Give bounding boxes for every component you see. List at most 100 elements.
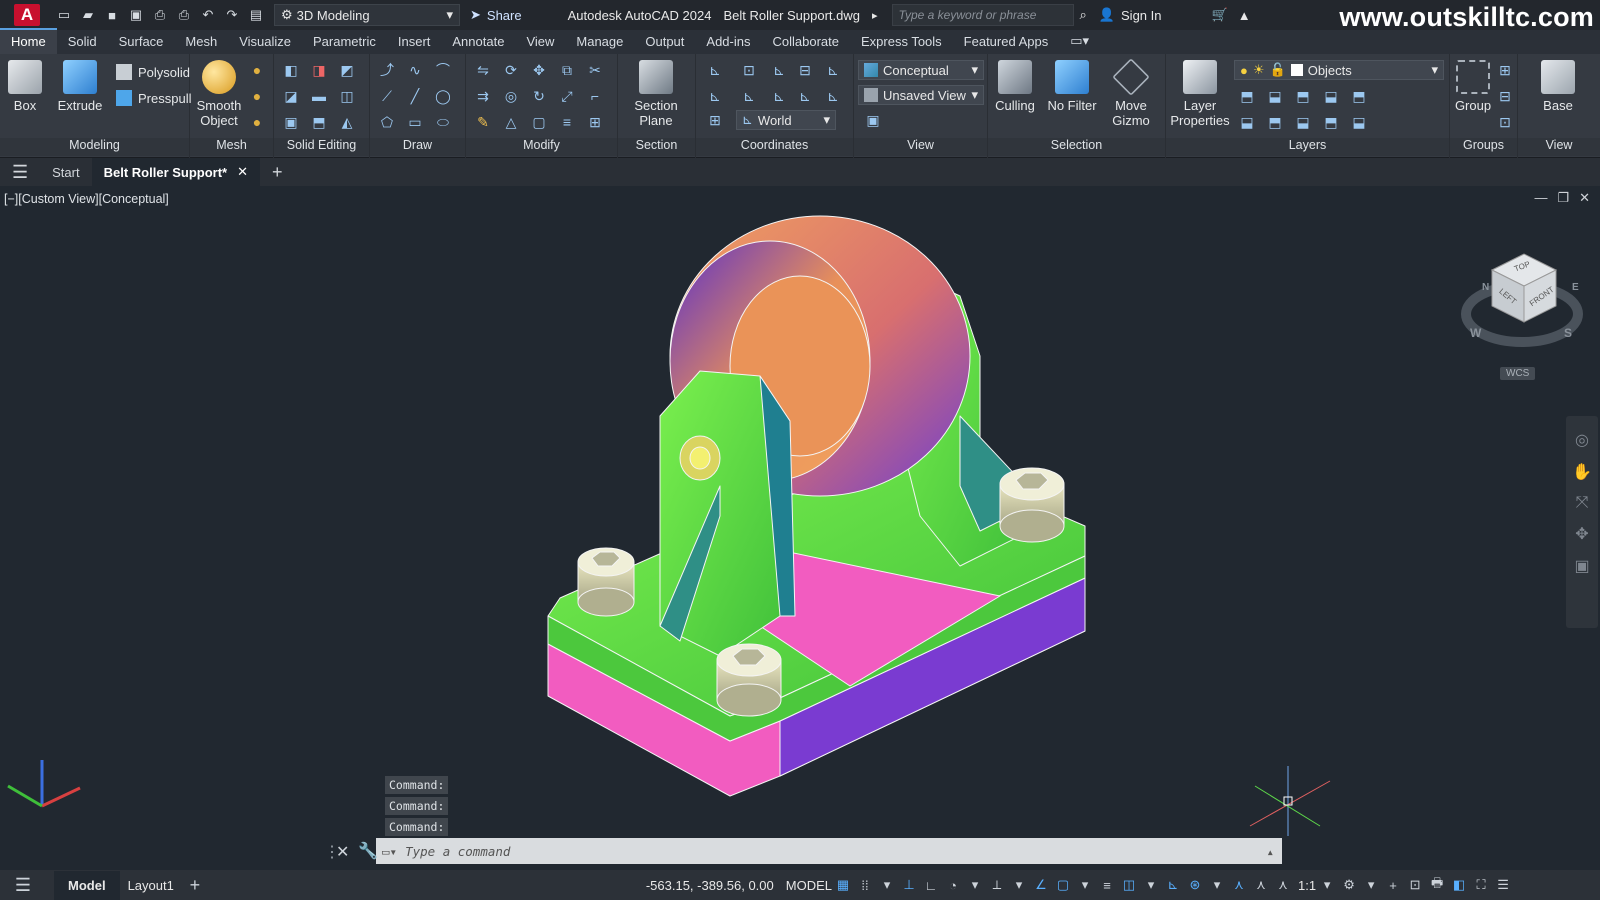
move-gizmo-button[interactable]: Move Gizmo [1106,58,1156,128]
polyline-icon[interactable]: ⤴ [378,62,396,78]
ribbon-tab-insert[interactable]: Insert [387,30,442,54]
redo-icon[interactable]: ↷ [222,6,242,24]
3d-mirror-icon[interactable]: ⇋ [474,62,492,78]
autoscale-icon[interactable]: ⋏ [1250,874,1272,896]
line-icon[interactable]: ╱ [406,88,424,104]
imprint-icon[interactable]: ⬒ [310,114,328,130]
modify-panel-label[interactable]: Modify [466,138,617,156]
ucs-y-icon[interactable]: ⊾ [770,88,788,104]
search-input[interactable]: Type a keyword or phrase [891,4,1074,26]
fillet-edge-icon[interactable]: ◭ [338,114,356,130]
menu-icon[interactable]: ☰ [12,874,34,896]
thicken-icon[interactable]: ▬ [310,88,328,104]
ucs-zaxis-icon[interactable]: ⊾ [796,88,814,104]
save-icon[interactable]: ■ [102,6,122,24]
object-snap-tracking-icon[interactable]: ∠ [1030,874,1052,896]
ribbon-tab-view[interactable]: View [515,30,565,54]
save-as-icon[interactable]: ▣ [126,6,146,24]
layer-previous-icon[interactable]: ⬓ [1350,114,1368,130]
command-input[interactable]: ▭▾ Type a command ▴ [376,838,1282,864]
ribbon-tab-express-tools[interactable]: Express Tools [850,30,953,54]
3d-osnap-dropdown-icon[interactable]: ▾ [1206,874,1228,896]
trim-icon[interactable]: ✂ [586,62,604,78]
layer-properties-button[interactable]: Layer Properties [1170,60,1230,128]
stretch-icon[interactable]: ⤢ [558,88,576,104]
polar-tracking-icon[interactable]: ◔ [942,874,964,896]
smooth-less-icon[interactable]: ● [248,88,266,104]
ortho-icon[interactable]: ∟ [920,874,942,896]
ucs-dropdown[interactable]: ⊾ World ▾ [736,110,836,130]
dynamic-ucs-icon[interactable]: ⊾ [1162,874,1184,896]
model-viewport[interactable]: [−][Custom View][Conceptual] — ❐ ✕ TOP L… [0,186,1600,852]
new-tab-icon[interactable]: + [260,158,295,186]
polygon-icon[interactable]: ⬠ [378,114,396,130]
smooth-object-button[interactable]: Smooth Object [196,60,242,128]
ribbon-options-icon[interactable]: ▭▾ [1059,29,1100,54]
workspace-dropdown[interactable]: ⚙ 3D Modeling ▾ [274,4,460,26]
ribbon-tab-mesh[interactable]: Mesh [174,30,228,54]
hardware-acceleration-icon[interactable]: 🖶 [1426,874,1448,896]
scale-dropdown-icon[interactable]: ▾ [1316,874,1338,896]
layer-match-icon[interactable]: ⬒ [1350,88,1368,104]
annotation-scale-icon[interactable]: ⋏ [1272,874,1294,896]
zoom-extents-icon[interactable]: ⤧ [1576,494,1589,512]
layer-unisolate-icon[interactable]: ⬒ [1266,114,1284,130]
erase-icon[interactable]: ✎ [474,114,492,130]
ucs-view-icon[interactable]: ⊟ [796,62,814,78]
publish-icon[interactable]: ⎙ [150,6,170,24]
layer-lock-icon[interactable]: ⬓ [1322,88,1340,104]
layer-on-icon[interactable]: ⬓ [1238,114,1256,130]
expand-arrow-icon[interactable]: ▸ [872,9,878,22]
annotation-visibility-icon[interactable]: ⋏ [1228,874,1250,896]
search-icon[interactable]: ⌕ [1080,7,1087,23]
workspace-switch-gear-icon[interactable]: ⚙ [1338,874,1360,896]
ribbon-tab-add-ins[interactable]: Add-ins [695,30,761,54]
ungroup-icon[interactable]: ⊞ [1496,62,1514,78]
compass-east-label[interactable]: E [1572,282,1579,293]
3d-rotate-icon[interactable]: ⟳ [502,62,520,78]
viewport-config-icon[interactable]: ▣ [864,112,882,128]
clean-screen-icon[interactable]: ⛶ [1470,874,1492,896]
model-space-toggle[interactable]: MODEL [786,878,832,893]
base-button[interactable]: Base [1540,60,1576,113]
culling-button[interactable]: Culling [992,60,1038,113]
rectangle-icon[interactable]: ▭ [406,114,424,130]
scale-icon[interactable]: ▢ [530,114,548,130]
object-snap-dropdown-icon[interactable]: ▾ [1074,874,1096,896]
presspull-button[interactable]: Presspull [116,90,191,106]
object-snap-icon[interactable]: ▢ [1052,874,1074,896]
snap-icon[interactable]: ⁞⁞ [854,874,876,896]
compass-north-label[interactable]: N [1482,282,1489,293]
infer-constraints-icon[interactable]: ⊥ [898,874,920,896]
ellipse-icon[interactable]: ⬭ [434,114,452,130]
open-file-icon[interactable]: ▰ [78,6,98,24]
isodraft-icon[interactable]: ⟂ [986,874,1008,896]
offset-icon[interactable]: △ [502,114,520,130]
view-panel-label[interactable]: View [854,138,987,156]
union-icon[interactable]: ◧ [282,62,300,78]
showmotion-icon[interactable]: ▣ [1574,556,1589,576]
subtract-icon[interactable]: ◨ [310,62,328,78]
group-edit-icon[interactable]: ⊟ [1496,88,1514,104]
workspace-dropdown-icon[interactable]: ▾ [1360,874,1382,896]
pan-icon[interactable]: ✋ [1572,462,1592,482]
layers-panel-label[interactable]: Layers [1166,138,1449,156]
active-document-tab[interactable]: Belt Roller Support* ✕ [91,158,261,186]
ribbon-tab-manage[interactable]: Manage [565,30,634,54]
customization-menu-icon[interactable]: ☰ [1492,874,1514,896]
modeling-panel-label[interactable]: Modeling [0,138,189,156]
annotation-scale-value[interactable]: 1:1 [1298,878,1316,893]
plot-preview-icon[interactable]: ▤ [246,6,266,24]
polar-dropdown-icon[interactable]: ▾ [964,874,986,896]
rotate-icon[interactable]: ↻ [530,88,548,104]
ucs-3point-icon[interactable]: ⊾ [824,62,842,78]
units-icon[interactable]: ⊡ [1404,874,1426,896]
align-icon[interactable]: ⇉ [474,88,492,104]
coordinates-panel-label[interactable]: Coordinates [696,138,853,156]
ucs-z-icon[interactable]: ⊾ [770,62,788,78]
groups-panel-label[interactable]: Groups [1450,138,1517,156]
compass-south-label[interactable]: S [1564,326,1572,340]
ribbon-tab-home[interactable]: Home [0,28,57,54]
model-layout-tab[interactable]: Model [54,870,120,900]
mesh-panel-label[interactable]: Mesh [190,138,273,156]
